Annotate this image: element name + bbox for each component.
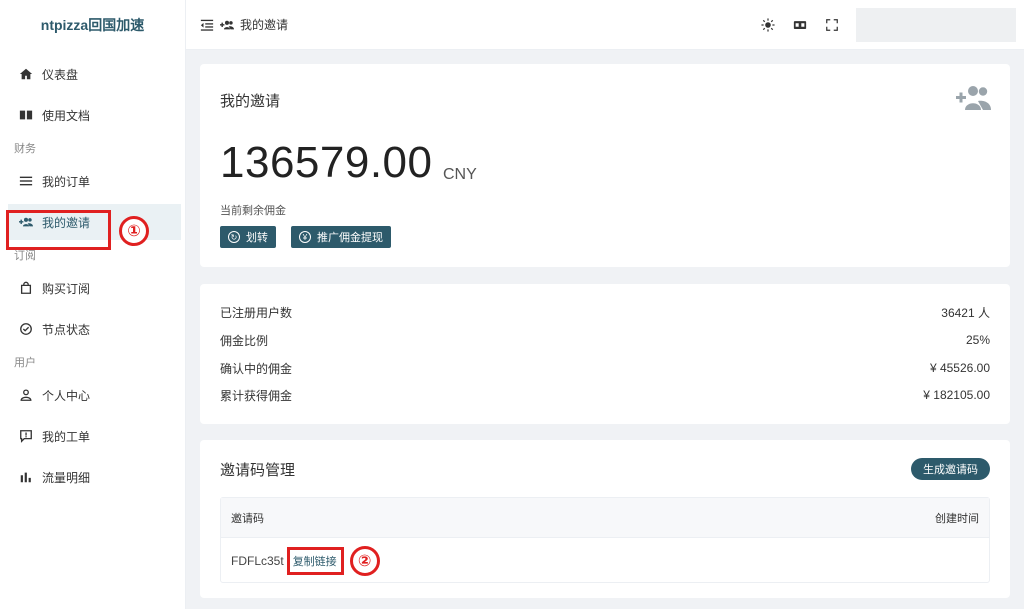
stat-row: 佣金比例 25% (220, 330, 990, 350)
sidebar-item-profile[interactable]: 个人中心 (0, 377, 185, 413)
stat-value: ¥ 45526.00 (929, 361, 990, 375)
stat-label: 佣金比例 (220, 333, 269, 348)
ticket-icon (18, 428, 34, 444)
withdraw-button[interactable]: ¥ 推广佣金提现 (291, 226, 391, 248)
sidebar-item-label: 仪表盘 (42, 67, 79, 82)
commission-currency: CNY (443, 166, 477, 183)
sidebar-item-label: 购买订阅 (42, 281, 91, 296)
sidebar-item-traffic[interactable]: 流量明细 (0, 459, 185, 495)
generate-invite-code-button[interactable]: 生成邀请码 (911, 458, 990, 480)
column-header-code: 邀请码 (231, 512, 264, 525)
sidebar-item-label: 我的工单 (42, 429, 91, 444)
stat-value: 25% (965, 333, 990, 347)
bar-chart-icon (18, 469, 34, 485)
commission-card: 我的邀请 136579.00 CNY 当前剩余佣金 ↻ 划转 ¥ 推广佣金提现 (200, 64, 1010, 267)
stat-row: 确认中的佣金 ¥ 45526.00 (220, 358, 990, 378)
book-icon (18, 107, 34, 123)
sidebar-item-docs[interactable]: 使用文档 (0, 97, 185, 133)
annotation-marker-2: ② (349, 545, 380, 576)
invite-code-table: 邀请码 创建时间 FDFLc35t 复制链接 ② (220, 497, 990, 583)
check-circle-icon (18, 321, 34, 337)
person-icon (18, 387, 34, 403)
invite-code-card: 邀请码管理 生成邀请码 邀请码 创建时间 FDFLc35t 复制链接 ② (200, 440, 1010, 598)
invite-stats-card: 已注册用户数 36421 人 佣金比例 25% 确认中的佣金 ¥ 45526.0… (200, 284, 1010, 424)
stat-label: 确认中的佣金 (220, 361, 293, 376)
menu-collapse-icon[interactable] (200, 18, 214, 32)
invite-icon (220, 18, 234, 32)
invite-code-value: FDFLc35t (231, 553, 284, 568)
withdraw-button-label: 推广佣金提现 (317, 232, 383, 244)
sidebar-item-node-status[interactable]: 节点状态 (0, 311, 185, 347)
sidebar: ntpizza回国加速 仪表盘 使用文档 财务 我的订单 我的邀请 订阅 购买订… (0, 0, 186, 609)
sidebar-item-label: 使用文档 (42, 108, 91, 123)
stat-row: 已注册用户数 36421 人 (220, 302, 990, 322)
translate-icon[interactable] (784, 4, 816, 46)
fullscreen-icon[interactable] (816, 4, 848, 46)
transfer-icon: ↻ (228, 231, 240, 243)
column-header-created: 创建时间 (935, 512, 979, 525)
card-title: 我的邀请 (220, 93, 281, 110)
page-title: 我的邀请 (240, 18, 289, 32)
table-row: FDFLc35t 复制链接 ② (221, 538, 989, 583)
stat-label: 已注册用户数 (220, 305, 293, 320)
transfer-button-label: 划转 (246, 232, 268, 244)
copy-link-button[interactable]: 复制链接 (286, 546, 344, 575)
card-title: 邀请码管理 (220, 462, 296, 479)
sidebar-item-dashboard[interactable]: 仪表盘 (0, 56, 185, 92)
section-user: 用户 (14, 357, 36, 369)
sidebar-item-label: 个人中心 (42, 388, 91, 403)
transfer-button[interactable]: ↻ 划转 (220, 226, 276, 248)
table-header: 邀请码 创建时间 (221, 498, 989, 538)
list-icon (18, 173, 34, 189)
sidebar-item-label: 节点状态 (42, 322, 91, 337)
sidebar-item-label: 流量明细 (42, 470, 91, 485)
sidebar-item-buy-subscription[interactable]: 购买订阅 (0, 270, 185, 306)
annotation-marker-1: ① (119, 216, 149, 246)
stat-value: 36421 人 (941, 305, 990, 320)
sidebar-item-orders[interactable]: 我的订单 (0, 163, 185, 199)
section-finance: 财务 (14, 143, 36, 155)
brand-logo[interactable]: ntpizza回国加速 (0, 0, 185, 50)
highlight-box-invite (6, 210, 111, 250)
sidebar-item-label: 我的订单 (42, 174, 91, 189)
stat-value: ¥ 182105.00 (923, 388, 990, 402)
stat-label: 累计获得佣金 (220, 388, 293, 403)
yen-icon: ¥ (299, 231, 311, 243)
bag-icon (18, 280, 34, 296)
add-user-icon (956, 84, 992, 117)
stat-row: 累计获得佣金 ¥ 182105.00 (220, 385, 990, 405)
commission-label: 当前剩余佣金 (220, 205, 286, 217)
top-header: 我的邀请 (186, 0, 1024, 50)
commission-amount: 136579.00 (220, 138, 433, 187)
user-menu[interactable] (856, 8, 1016, 42)
theme-sun-icon[interactable] (752, 4, 784, 46)
home-icon (18, 66, 34, 82)
sidebar-item-tickets[interactable]: 我的工单 (0, 418, 185, 454)
